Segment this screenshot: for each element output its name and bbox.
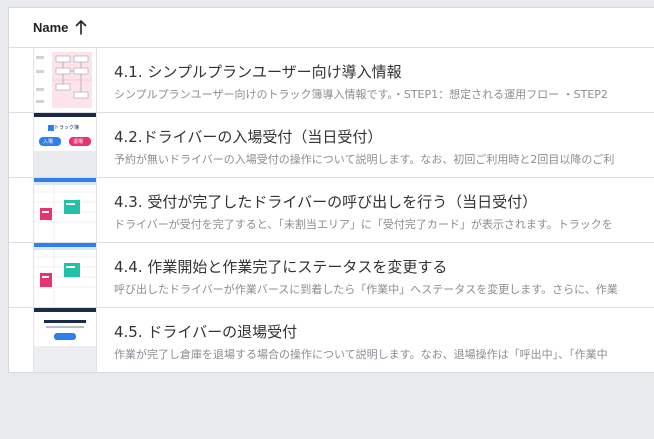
list-item[interactable]: 4.1. シンプルプランユーザー向け導入情報 シンプルプランユーザー向けのトラッ… [9, 48, 654, 113]
exit-reception-thumbnail [33, 308, 97, 372]
dashboard-cards-thumbnail [33, 178, 97, 242]
row-title[interactable]: 4.2.ドライバーの入場受付（当日受付） [114, 126, 382, 147]
flowchart-document-thumbnail [33, 48, 97, 112]
entry-reception-thumbnail: トラック簿 入場 退場 [33, 113, 97, 177]
row-description: ドライバーが受付を完了すると、「未割当エリア」に「受付完了カード」が表示されます… [114, 218, 613, 231]
list-header: Name [9, 8, 654, 48]
row-title[interactable]: 4.3. 受付が完了したドライバーの呼び出しを行う（当日受付） [114, 191, 537, 212]
row-description: 作業が完了し倉庫を退場する場合の操作について説明します。なお、退場操作は「呼出中… [114, 348, 608, 361]
list-item[interactable]: 4.4. 作業開始と作業完了にステータスを変更する 呼び出したドライバーが作業バ… [9, 243, 654, 308]
thumbnail-brand-label: トラック簿 [54, 125, 80, 131]
row-title[interactable]: 4.5. ドライバーの退場受付 [114, 321, 297, 342]
thumbnail-entry-button-label: 入場 [43, 139, 54, 145]
row-title[interactable]: 4.4. 作業開始と作業完了にステータスを変更する [114, 256, 447, 277]
document-list-panel: Name 4.1. シンプルプランユーザー向け導入情報 シンプルプランユーザー向… [8, 7, 654, 373]
thumbnail-exit-button-label: 退場 [73, 139, 84, 145]
row-description: 呼び出したドライバーが作業バースに到着したら「作業中」へステータスを変更します。… [114, 283, 618, 296]
status-board-thumbnail [33, 243, 97, 307]
list-item[interactable]: 4.3. 受付が完了したドライバーの呼び出しを行う（当日受付） ドライバーが受付… [9, 178, 654, 243]
arrow-up-icon[interactable] [74, 20, 88, 36]
row-description: 予約が無いドライバーの入場受付の操作について説明します。なお、初回ご利用時と2回… [114, 153, 615, 166]
column-header-name[interactable]: Name [33, 20, 68, 35]
list-item[interactable]: 4.5. ドライバーの退場受付 作業が完了し倉庫を退場する場合の操作について説明… [9, 308, 654, 372]
list-item[interactable]: トラック簿 入場 退場 4.2.ドライバーの入場受付（当日受付） 予約が無いドラ… [9, 113, 654, 178]
row-title[interactable]: 4.1. シンプルプランユーザー向け導入情報 [114, 61, 402, 82]
row-description: シンプルプランユーザー向けのトラック簿導入情報です。・STEP1：想定される運用… [114, 88, 608, 101]
